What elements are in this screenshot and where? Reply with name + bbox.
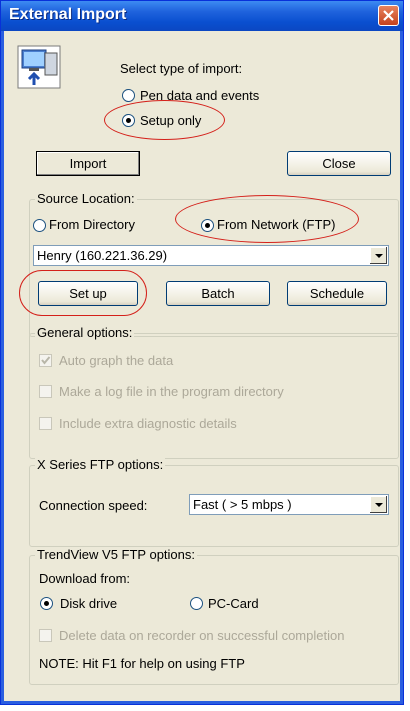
highlight-ring-setup-only	[104, 100, 225, 140]
connection-speed-select[interactable]: Fast ( > 5 mbps )	[189, 494, 389, 515]
connection-speed-label: Connection speed:	[39, 498, 148, 513]
chevron-down-icon[interactable]	[370, 496, 387, 513]
window-title: External Import	[9, 6, 127, 23]
title-bar: External Import	[1, 1, 403, 31]
general-options-legend: General options:	[35, 325, 135, 340]
delete-data-label: Delete data on recorder on successful co…	[59, 628, 345, 643]
xseries-legend: X Series FTP options:	[35, 457, 166, 472]
download-from-label: Download from:	[39, 571, 131, 586]
radio-disk-drive-label: Disk drive	[60, 596, 118, 611]
window-close-button[interactable]	[378, 5, 399, 26]
computer-import-icon	[17, 45, 61, 89]
radio-pc-card-label: PC-Card	[208, 596, 259, 611]
batch-button[interactable]: Batch	[166, 281, 270, 306]
import-button[interactable]: Import	[36, 151, 140, 176]
delete-data-checkbox	[39, 629, 52, 642]
log-file-checkbox	[39, 385, 52, 398]
schedule-button[interactable]: Schedule	[287, 281, 387, 306]
server-select[interactable]: Henry (160.221.36.29)	[33, 245, 389, 266]
highlight-ring-from-network	[175, 195, 359, 243]
highlight-ring-setup-button	[19, 270, 147, 316]
trendview-legend: TrendView V5 FTP options:	[35, 547, 198, 562]
radio-disk-drive[interactable]	[40, 597, 53, 610]
import-type-prompt: Select type of import:	[120, 61, 243, 76]
radio-pen-data[interactable]	[122, 89, 135, 102]
diagnostic-checkbox	[39, 417, 52, 430]
close-button[interactable]: Close	[287, 151, 391, 176]
dialog-body: Select type of import: Pen data and even…	[5, 31, 399, 701]
ftp-help-note: NOTE: Hit F1 for help on using FTP	[39, 656, 245, 671]
server-select-value: Henry (160.221.36.29)	[37, 248, 168, 263]
diagnostic-label: Include extra diagnostic details	[59, 416, 237, 431]
external-import-window: External Import Select type of import: P…	[0, 0, 404, 705]
radio-pc-card[interactable]	[190, 597, 203, 610]
radio-from-directory-label: From Directory	[49, 217, 135, 232]
close-icon	[383, 10, 394, 21]
check-icon	[41, 356, 51, 365]
auto-graph-checkbox	[39, 354, 52, 367]
source-location-legend: Source Location:	[35, 191, 137, 206]
connection-speed-value: Fast ( > 5 mbps )	[193, 497, 292, 512]
log-file-label: Make a log file in the program directory	[59, 384, 284, 399]
radio-from-directory[interactable]	[33, 219, 46, 232]
auto-graph-label: Auto graph the data	[59, 353, 174, 368]
chevron-down-icon[interactable]	[370, 247, 387, 264]
